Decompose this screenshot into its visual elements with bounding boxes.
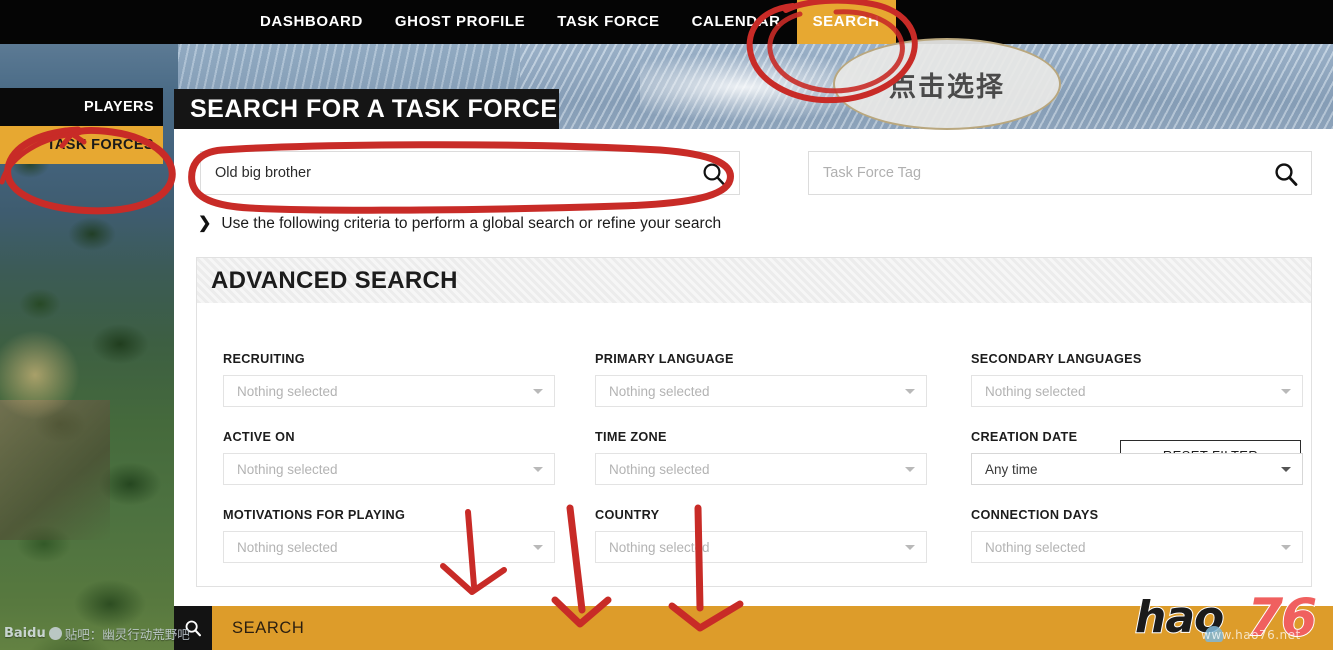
nav-item-search[interactable]: SEARCH <box>796 0 896 44</box>
dropdown-primary-language[interactable]: Nothing selected <box>595 375 927 407</box>
criteria-text: Use the following criteria to perform a … <box>221 215 722 232</box>
rock-formation <box>0 400 110 540</box>
top-navigation-bar: DASHBOARD GHOST PROFILE TASK FORCE CALENDAR… <box>0 0 1333 44</box>
app-root: DASHBOARD GHOST PROFILE TASK FORCE CALENDAR… <box>0 0 1333 650</box>
sidebar-tab-players-label: PLAYERS <box>84 99 154 115</box>
field-connection-days: CONNECTION DAYS Nothing selected <box>971 508 1333 586</box>
dropdown-value: Nothing selected <box>609 461 710 477</box>
baidu-brand-text: Baidu <box>4 626 46 641</box>
task-force-tag-search-box[interactable] <box>808 151 1312 195</box>
hao76-watermark: hao 76 www.hao76.net <box>1123 587 1331 649</box>
field-creation-date: CREATION DATE Any time <box>971 430 1333 508</box>
dropdown-value: Any time <box>985 461 1038 477</box>
nav-item-calendar[interactable]: CALENDAR <box>676 0 797 44</box>
content-panel: ❯ Use the following criteria to perform … <box>174 129 1333 606</box>
submit-search-label: SEARCH <box>232 618 305 637</box>
nav-item-label: CALENDAR <box>691 13 781 30</box>
chevron-down-icon: ❯ <box>198 215 212 232</box>
field-label: CONNECTION DAYS <box>971 508 1099 522</box>
field-label: CREATION DATE <box>971 430 1078 444</box>
advanced-search-header: ADVANCED SEARCH <box>197 258 1311 303</box>
paw-icon <box>48 627 62 640</box>
dropdown-connection-days[interactable]: Nothing selected <box>971 531 1303 563</box>
sidebar-tab-task-forces[interactable]: TASK FORCES <box>0 126 163 164</box>
dropdown-value: Nothing selected <box>985 539 1086 555</box>
dropdown-creation-date[interactable]: Any time <box>971 453 1303 485</box>
field-secondary-languages: SECONDARY LANGUAGES Nothing selected <box>971 352 1333 430</box>
hao76-url-text: www.hao76.net <box>1201 628 1301 642</box>
field-label: ACTIVE ON <box>223 430 295 444</box>
field-time-zone: TIME ZONE Nothing selected <box>595 430 971 508</box>
field-label: TIME ZONE <box>595 430 667 444</box>
page-title: SEARCH FOR A TASK FORCE <box>174 89 559 129</box>
annotation-callout-text: 点击选择 <box>889 71 1005 103</box>
field-label: COUNTRY <box>595 508 660 522</box>
dropdown-active-on[interactable]: Nothing selected <box>223 453 555 485</box>
field-label: MOTIVATIONS FOR PLAYING <box>223 508 406 522</box>
search-row <box>200 151 1312 195</box>
page-title-text: SEARCH FOR A TASK FORCE <box>190 94 558 123</box>
nav-item-list: DASHBOARD GHOST PROFILE TASK FORCE CALENDAR… <box>244 0 896 44</box>
dropdown-value: Nothing selected <box>609 539 710 555</box>
sidebar-tab-task-forces-label: TASK FORCES <box>46 137 154 153</box>
dropdown-value: Nothing selected <box>237 383 338 399</box>
field-primary-language: PRIMARY LANGUAGE Nothing selected <box>595 352 971 430</box>
chevron-down-icon <box>905 545 915 550</box>
search-icon[interactable] <box>701 161 727 187</box>
task-force-name-input[interactable] <box>215 152 665 194</box>
sun-glow <box>0 330 80 420</box>
field-label: PRIMARY LANGUAGE <box>595 352 734 366</box>
dropdown-country[interactable]: Nothing selected <box>595 531 927 563</box>
field-country: COUNTRY Nothing selected <box>595 508 971 586</box>
chevron-down-icon <box>533 545 543 550</box>
dropdown-recruiting[interactable]: Nothing selected <box>223 375 555 407</box>
nav-item-task-force[interactable]: TASK FORCE <box>541 0 675 44</box>
field-label: SECONDARY LANGUAGES <box>971 352 1142 366</box>
task-force-name-search-box[interactable] <box>200 151 740 195</box>
advanced-search-fields: RECRUITING Nothing selected PRIMARY LANGUA… <box>197 352 1311 586</box>
task-force-tag-input[interactable] <box>823 152 1273 194</box>
baidu-tieba-text: 贴吧：幽灵行动荒野吧 <box>64 627 190 642</box>
dropdown-value: Nothing selected <box>237 461 338 477</box>
chevron-down-icon <box>533 467 543 472</box>
criteria-toggle[interactable]: ❯ Use the following criteria to perform … <box>198 215 721 233</box>
field-label: RECRUITING <box>223 352 305 366</box>
advanced-search-title: ADVANCED SEARCH <box>211 266 458 294</box>
chevron-down-icon <box>905 389 915 394</box>
nav-item-ghost-profile[interactable]: GHOST PROFILE <box>379 0 541 44</box>
nav-item-dashboard[interactable]: DASHBOARD <box>244 0 379 44</box>
sidebar-tab-players[interactable]: PLAYERS <box>0 88 163 126</box>
nav-item-label: GHOST PROFILE <box>394 13 526 30</box>
chevron-down-icon <box>1281 467 1291 472</box>
advanced-search-panel: ADVANCED SEARCH RESET FILTER RECRUITINGN… <box>196 257 1312 587</box>
field-recruiting: RECRUITING Nothing selected <box>223 352 595 430</box>
search-icon[interactable] <box>1273 161 1299 187</box>
dropdown-time-zone[interactable]: Nothing selected <box>595 453 927 485</box>
baidu-watermark: Baidu 贴吧：幽灵行动荒野吧 <box>4 624 190 643</box>
dropdown-secondary-languages[interactable]: Nothing selected <box>971 375 1303 407</box>
field-motivations-for-playing: MOTIVATIONS FOR PLAYING Nothing selected <box>223 508 595 586</box>
annotation-callout-bubble: 点击选择 <box>833 38 1061 130</box>
chevron-down-icon <box>1281 389 1291 394</box>
nav-item-label: SEARCH <box>812 13 880 30</box>
chevron-down-icon <box>1281 545 1291 550</box>
dropdown-value: Nothing selected <box>609 383 710 399</box>
nav-item-label: DASHBOARD <box>260 13 363 30</box>
dropdown-value: Nothing selected <box>237 539 338 555</box>
chevron-down-icon <box>533 389 543 394</box>
chevron-down-icon <box>905 467 915 472</box>
dropdown-motivations-for-playing[interactable]: Nothing selected <box>223 531 555 563</box>
field-active-on: ACTIVE ON Nothing selected <box>223 430 595 508</box>
dropdown-value: Nothing selected <box>985 383 1086 399</box>
nav-item-label: TASK FORCE <box>557 13 660 30</box>
